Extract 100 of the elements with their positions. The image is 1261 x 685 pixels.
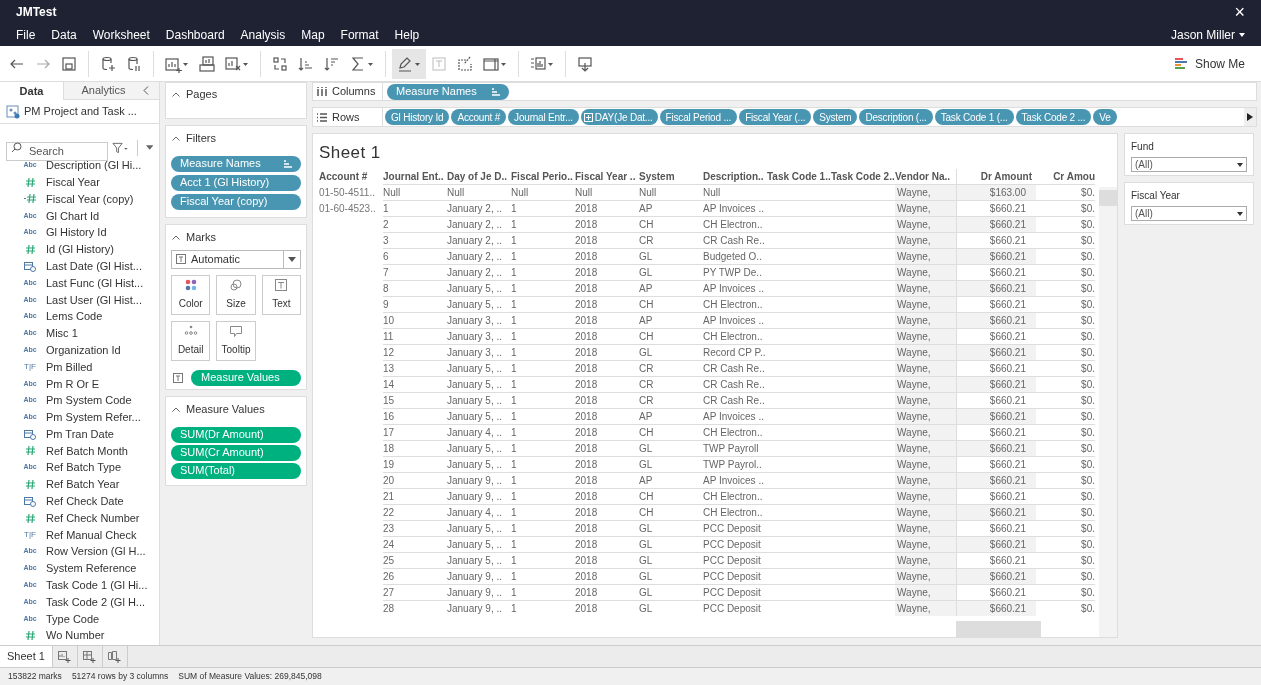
marks-card-button[interactable]: Color (171, 274, 211, 315)
collapse-icon[interactable] (172, 135, 180, 141)
column-header[interactable]: Task Code 2.. (831, 169, 895, 184)
presentation-icon[interactable] (576, 54, 594, 73)
clear-sheet-icon[interactable] (224, 54, 250, 73)
field-item[interactable]: Pm System Refer... (46, 409, 141, 426)
field-item[interactable]: Fiscal Year (copy) (46, 190, 134, 208)
filter-icon[interactable] (112, 141, 129, 154)
table-cell: PCC Deposit (703, 552, 767, 568)
table-cell: 2018 (575, 424, 639, 440)
table-cell: $660.21 (956, 408, 1036, 424)
scrollbar-thumb[interactable] (956, 621, 1041, 637)
pause-data-icon[interactable] (125, 54, 143, 73)
sheet-tab[interactable]: Sheet 1 (0, 646, 53, 667)
table-cell: 23 (383, 520, 447, 536)
dropdown-caret-icon[interactable] (145, 145, 153, 150)
field-item[interactable]: Gl Chart Id (46, 207, 100, 225)
field-item[interactable]: System Reference (46, 560, 137, 577)
marks-card-button[interactable]: Detail (171, 320, 211, 361)
show-me-button[interactable]: Show Me (1174, 54, 1245, 73)
field-item[interactable]: Ref Check Number (46, 509, 140, 527)
field-item[interactable]: Pm Billed (46, 358, 93, 376)
menu-item[interactable]: File (8, 26, 44, 44)
menu-item[interactable]: Help (386, 26, 428, 44)
new-data-source-icon[interactable] (99, 54, 117, 73)
mark-type-dropdown[interactable]: Automatic (171, 249, 301, 269)
field-item[interactable]: Ref Manual Check (46, 526, 137, 544)
column-header[interactable]: Journal Ent.. (383, 169, 447, 184)
field-item[interactable]: Lems Code (46, 308, 103, 325)
collapse-icon[interactable] (172, 91, 180, 97)
field-item[interactable]: Fiscal Year (46, 173, 100, 191)
field-item[interactable]: Pm R Or E (46, 375, 100, 392)
column-header[interactable]: Task Code 1.. (767, 169, 831, 184)
column-header[interactable]: Fiscal Perio.. (511, 169, 575, 184)
field-item[interactable]: Ref Batch Year (46, 476, 120, 493)
table-cell: GL (639, 600, 703, 616)
marks-card-button[interactable]: Tooltip (216, 320, 256, 361)
menu-item[interactable]: Analysis (232, 26, 294, 44)
menu-item[interactable]: Dashboard (157, 26, 233, 44)
table-cell: 2018 (575, 600, 639, 616)
field-item[interactable]: Last User (Gl Hist... (46, 291, 142, 308)
field-item[interactable]: Ref Batch Month (46, 442, 128, 460)
field-item[interactable]: Row Version (Gl H... (46, 543, 146, 560)
field-item[interactable]: Id (Gl History) (46, 241, 114, 258)
pane-tab[interactable]: Analytics (64, 82, 143, 100)
table-cell: 1 (511, 328, 575, 344)
table-cell: $0. (1036, 200, 1095, 216)
table-cell: 1 (511, 472, 575, 488)
scroll-right-button[interactable] (1244, 108, 1256, 126)
table-cell: $0. (1036, 568, 1095, 584)
column-header[interactable]: Vendor Na.. (895, 169, 956, 184)
field-item[interactable]: Gl History Id (46, 224, 107, 241)
pane-tab[interactable]: Data (0, 82, 64, 100)
column-header[interactable]: Cr Amou (1036, 169, 1095, 184)
field-item[interactable]: Ref Batch Type (46, 459, 121, 476)
table-cell: 8 (383, 280, 447, 296)
field-item[interactable]: Wo Number (46, 627, 105, 644)
search-field[interactable]: Search (6, 141, 108, 161)
field-item[interactable]: Last Func (Gl Hist... (46, 274, 144, 292)
table-cell: CR Cash Re.. (703, 376, 767, 392)
collapse-icon[interactable] (172, 234, 180, 240)
format-icon[interactable] (456, 54, 474, 73)
highlight-button[interactable] (392, 48, 426, 79)
datasource-name[interactable]: PM Project and Task ... (24, 103, 137, 120)
show-cards-icon[interactable] (529, 54, 555, 73)
table-cell: 1 (511, 360, 575, 376)
filter-dropdown[interactable]: (All) (1131, 157, 1247, 172)
table-cell: January 9, .. (447, 584, 511, 600)
column-header[interactable]: Day of Je D.. (447, 169, 511, 184)
table-cell: $0. (1036, 232, 1095, 248)
filter-dropdown[interactable]: (All) (1131, 206, 1247, 221)
field-item[interactable]: Task Code 1 (Gl Hi... (46, 577, 148, 594)
menu-item[interactable]: Format (332, 26, 387, 44)
column-header[interactable]: System (639, 169, 703, 184)
field-item[interactable]: Misc 1 (46, 325, 78, 342)
sum-icon[interactable] (349, 54, 375, 73)
field-item[interactable]: Task Code 2 (Gl H... (46, 593, 146, 611)
marks-card-button[interactable]: Size (216, 274, 256, 315)
close-button[interactable]: × (1234, 3, 1245, 21)
column-header[interactable]: Account # (319, 169, 383, 184)
collapse-icon[interactable] (172, 406, 180, 412)
scrollbar-thumb[interactable] (1099, 190, 1117, 206)
menu-item[interactable]: Worksheet (84, 26, 158, 44)
column-header[interactable]: Fiscal Year .. (575, 169, 639, 184)
menu-item[interactable]: Data (43, 26, 85, 44)
swap-icon[interactable] (271, 54, 289, 73)
duplicate-sheet-icon[interactable] (198, 54, 216, 73)
field-item[interactable]: Ref Check Date (46, 493, 124, 510)
field-item[interactable]: Pm System Code (46, 392, 132, 409)
table-cell: 1 (511, 408, 575, 424)
menu-item[interactable]: Map (293, 26, 333, 44)
save-icon[interactable] (60, 54, 78, 73)
field-item[interactable]: Type Code (46, 610, 100, 628)
field-item[interactable]: Organization Id (46, 341, 121, 359)
table-cell: AP Invoices .. (703, 408, 767, 424)
field-item[interactable]: Last Date (Gl Hist... (46, 257, 142, 275)
column-header[interactable]: Description.. (703, 169, 767, 184)
marks-card-button[interactable]: Text (261, 274, 301, 315)
user-menu[interactable]: Jason Miller (1170, 26, 1245, 44)
field-item[interactable]: Pm Tran Date (46, 425, 114, 443)
